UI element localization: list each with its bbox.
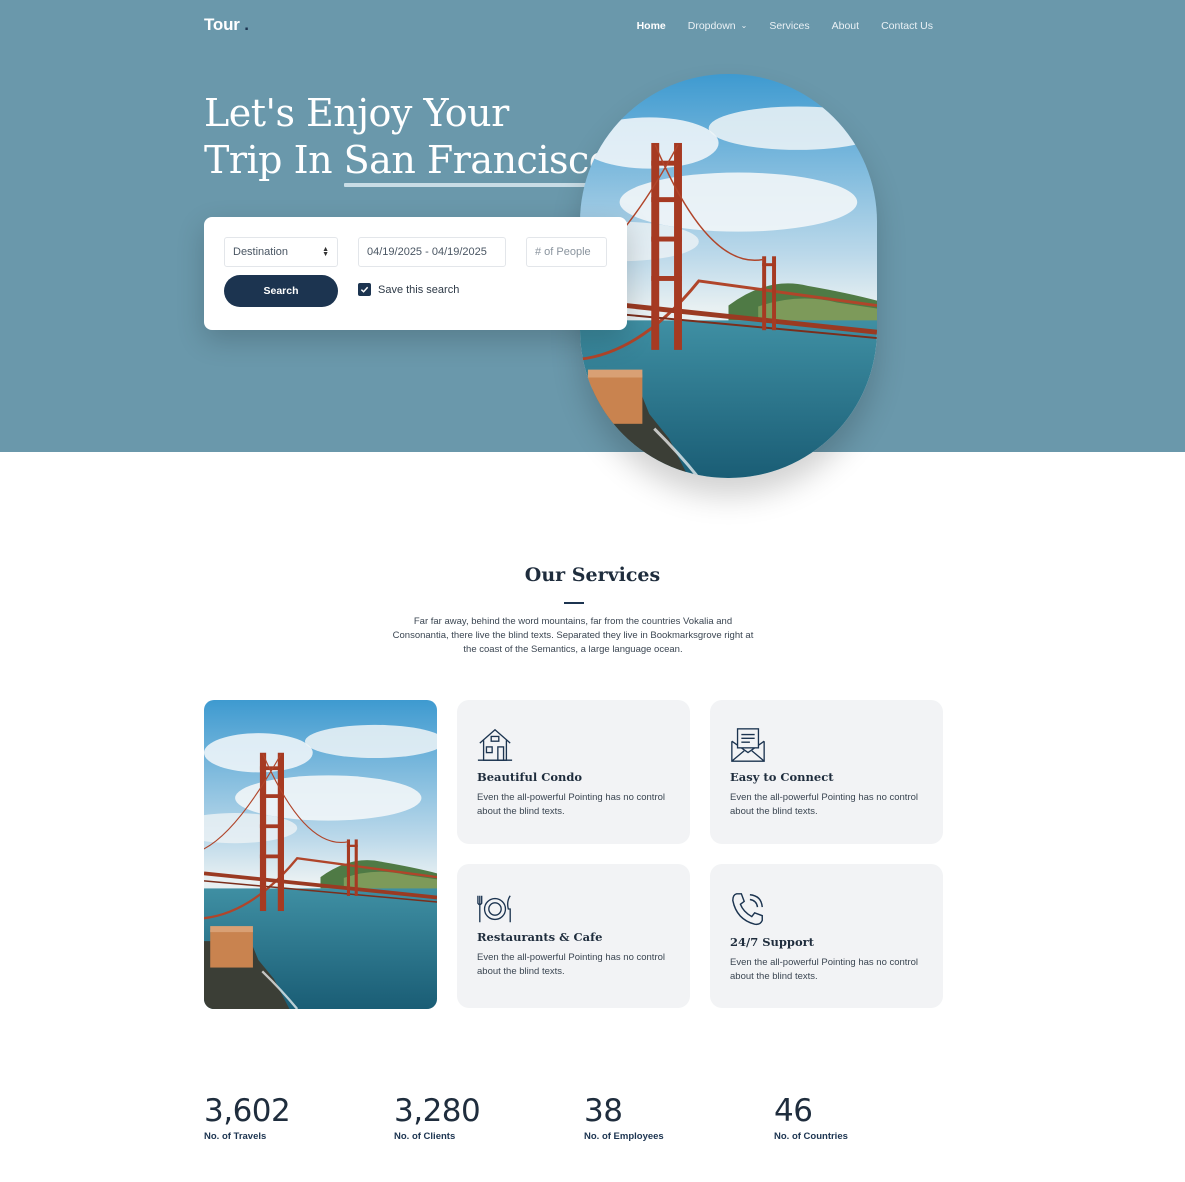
save-search-checkbox[interactable]: Save this search — [358, 283, 459, 296]
search-button[interactable]: Search — [224, 275, 338, 307]
card-text: Even the all-powerful Pointing has no co… — [477, 792, 666, 817]
stat-travels: 3,602 No. of Travels — [204, 1093, 291, 1142]
destination-value: Destination — [233, 246, 289, 258]
headline-prefix: Trip In — [204, 138, 344, 182]
card-text: Even the all-powerful Pointing has no co… — [730, 957, 919, 982]
stat-countries: 46 No. of Countries — [774, 1093, 848, 1142]
nav-item-label: Services — [769, 20, 810, 32]
date-range-input[interactable]: 04/19/2025 - 04/19/2025 — [358, 237, 506, 267]
services-image-golden-gate — [204, 700, 437, 1009]
card-text: Even the all-powerful Pointing has no co… — [730, 792, 919, 817]
service-card-restaurants: Restaurants & Cafe Even the all-powerful… — [457, 864, 690, 1008]
service-card-connect: Easy to Connect Even the all-powerful Po… — [710, 700, 943, 844]
chevron-down-icon: ⌄ — [740, 20, 748, 30]
envelope-icon — [731, 728, 765, 762]
stat-clients: 3,280 No. of Clients — [394, 1093, 481, 1142]
headline-line-1: Let's Enjoy Your — [204, 91, 509, 135]
card-title: Restaurants & Cafe — [477, 930, 603, 944]
services-title: Our Services — [524, 564, 661, 586]
headline-highlight: San Francisco. — [343, 138, 623, 187]
destination-select[interactable]: Destination ▲ ▼ — [224, 237, 338, 267]
checkbox-checked-icon[interactable] — [358, 283, 371, 296]
card-text: Even the all-powerful Pointing has no co… — [477, 952, 666, 977]
stat-label: No. of Travels — [204, 1131, 267, 1142]
select-arrows-icon: ▲ ▼ — [322, 246, 329, 258]
hero-section: Tour . Home Dropdown ⌄ Services About Con… — [0, 0, 1185, 452]
brand-logo[interactable]: Tour . — [204, 15, 249, 35]
nav-item-label: Home — [636, 20, 666, 32]
people-placeholder: # of People — [535, 246, 591, 258]
title-divider — [564, 602, 584, 604]
people-input[interactable]: # of People — [526, 237, 607, 267]
nav-item-label: Contact Us — [881, 20, 933, 32]
main-nav: Home Dropdown ⌄ Services About Contact Us — [637, 20, 933, 32]
nav-item-contact[interactable]: Contact Us — [881, 20, 933, 32]
brand-name: Tour — [204, 15, 240, 34]
stat-label: No. of Countries — [774, 1131, 848, 1142]
stat-value: 46 — [774, 1093, 813, 1129]
card-title: Easy to Connect — [730, 770, 834, 784]
headline-line-2: Trip In San Francisco. — [204, 137, 628, 187]
card-title: 24/7 Support — [730, 935, 814, 949]
nav-item-about[interactable]: About — [832, 20, 859, 32]
card-title: Beautiful Condo — [477, 770, 583, 784]
nav-item-services[interactable]: Services — [769, 20, 809, 32]
services-description: Far far away, behind the word mountains,… — [392, 616, 754, 655]
house-icon — [477, 728, 513, 761]
search-form: Destination ▲ ▼ 04/19/2025 - 04/19/2025 #… — [204, 217, 627, 330]
service-card-condo: Beautiful Condo Even the all-powerful Po… — [457, 700, 690, 844]
stat-value: 3,280 — [394, 1093, 481, 1129]
plate-icon — [477, 895, 511, 923]
phone-icon — [732, 893, 763, 926]
nav-item-home[interactable]: Home — [637, 20, 666, 32]
hero-headline: Let's Enjoy Your Trip In San Francisco. — [204, 90, 628, 187]
date-range-value: 04/19/2025 - 04/19/2025 — [367, 246, 487, 258]
nav-item-dropdown[interactable]: Dropdown ⌄ — [688, 20, 748, 32]
save-search-label: Save this search — [378, 283, 460, 296]
stat-value: 38 — [584, 1093, 623, 1129]
search-button-label: Search — [263, 285, 299, 297]
nav-item-label: About — [831, 20, 860, 32]
service-card-support: 24/7 Support Even the all-powerful Point… — [710, 864, 943, 1008]
stat-label: No. of Clients — [394, 1131, 456, 1142]
stat-label: No. of Employees — [584, 1131, 664, 1142]
brand-dot: . — [244, 15, 249, 34]
stat-employees: 38 No. of Employees — [584, 1093, 664, 1142]
stat-value: 3,602 — [204, 1093, 291, 1129]
nav-item-label: Dropdown — [687, 20, 736, 32]
